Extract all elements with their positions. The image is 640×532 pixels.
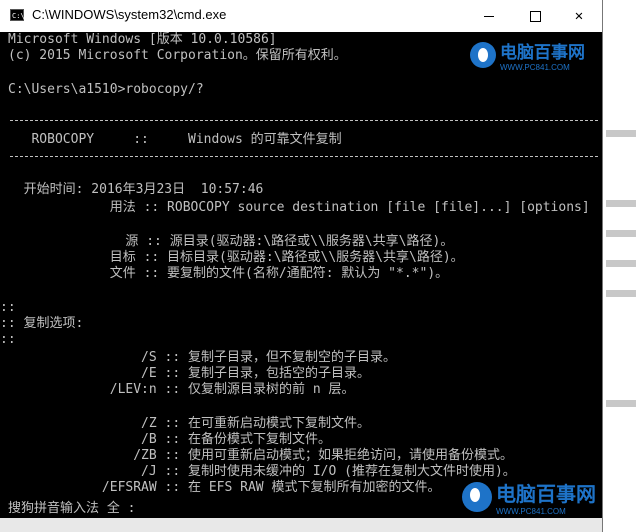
console-line: /E :: 复制子目录，包括空的子目录。 bbox=[8, 366, 371, 381]
divider bbox=[10, 120, 598, 121]
maximize-button[interactable] bbox=[512, 0, 558, 32]
console-line: 文件 :: 要复制的文件(名称/通配符: 默认为 "*.*")。 bbox=[8, 266, 449, 281]
console-line: :: bbox=[0, 332, 16, 347]
minimize-icon bbox=[484, 15, 494, 17]
console-line: Microsoft Windows [版本 10.0.10586] bbox=[8, 32, 277, 47]
background-text-strip bbox=[0, 518, 602, 532]
console-line: ROBOCOPY :: Windows 的可靠文件复制 bbox=[8, 132, 342, 147]
console-line: :: bbox=[0, 300, 16, 315]
console-line: :: 复制选项: bbox=[0, 316, 84, 331]
console-line: /EFSRAW :: 在 EFS RAW 模式下复制所有加密的文件。 bbox=[8, 480, 441, 495]
console-output[interactable]: Microsoft Windows [版本 10.0.10586] (c) 20… bbox=[0, 32, 602, 532]
console-line: (c) 2015 Microsoft Corporation。保留所有权利。 bbox=[8, 48, 347, 63]
command-prompt-line: C:\Users\a1510>robocopy/? bbox=[8, 82, 204, 97]
console-line: /Z :: 在可重新启动模式下复制文件。 bbox=[8, 416, 371, 431]
maximize-icon bbox=[529, 10, 541, 22]
background-page bbox=[600, 0, 640, 532]
watermark-url: WWW.PC841.COM bbox=[500, 63, 570, 72]
ime-status-bar: 搜狗拼音输入法 全 : bbox=[0, 500, 498, 518]
watermark-logo-icon bbox=[462, 482, 492, 512]
console-line: /ZB :: 使用可重新启动模式；如果拒绝访问，请使用备份模式。 bbox=[8, 448, 514, 463]
close-icon: ✕ bbox=[574, 8, 584, 24]
watermark-bottom: 电脑百事网 WWW.PC841.COM bbox=[462, 478, 596, 516]
minimize-button[interactable] bbox=[466, 0, 512, 32]
title-bar[interactable]: C:\ C:\WINDOWS\system32\cmd.exe ✕ bbox=[0, 0, 602, 33]
console-line: 目标 :: 目标目录(驱动器:\路径或\\服务器\共享\路径)。 bbox=[8, 250, 464, 265]
console-line: /S :: 复制子目录，但不复制空的子目录。 bbox=[8, 350, 397, 365]
console-line: 开始时间: 2016年3月23日 10:57:46 bbox=[8, 182, 264, 197]
watermark-brand: 电脑百事网 bbox=[496, 484, 596, 506]
divider bbox=[10, 156, 598, 157]
watermark-logo-icon bbox=[470, 42, 496, 68]
watermark-brand: 电脑百事网 bbox=[500, 43, 585, 62]
console-line: 用法 :: ROBOCOPY source destination [file … bbox=[8, 200, 590, 215]
watermark-url: WWW.PC841.COM bbox=[496, 507, 566, 516]
close-button[interactable]: ✕ bbox=[556, 0, 602, 32]
console-line: /J :: 复制时使用未缓冲的 I/O (推荐在复制大文件时使用)。 bbox=[8, 464, 516, 479]
cmd-window[interactable]: C:\ C:\WINDOWS\system32\cmd.exe ✕ Micros… bbox=[0, 0, 603, 532]
console-line: /LEV:n :: 仅复制源目录树的前 n 层。 bbox=[8, 382, 355, 397]
watermark-top: 电脑百事网 WWW.PC841.COM bbox=[470, 38, 585, 72]
console-app-icon: C:\ bbox=[10, 9, 25, 21]
window-title: C:\WINDOWS\system32\cmd.exe bbox=[32, 7, 227, 22]
console-line: /B :: 在备份模式下复制文件。 bbox=[8, 432, 332, 447]
console-line: 源 :: 源目录(驱动器:\路径或\\服务器\共享\路径)。 bbox=[8, 234, 454, 249]
